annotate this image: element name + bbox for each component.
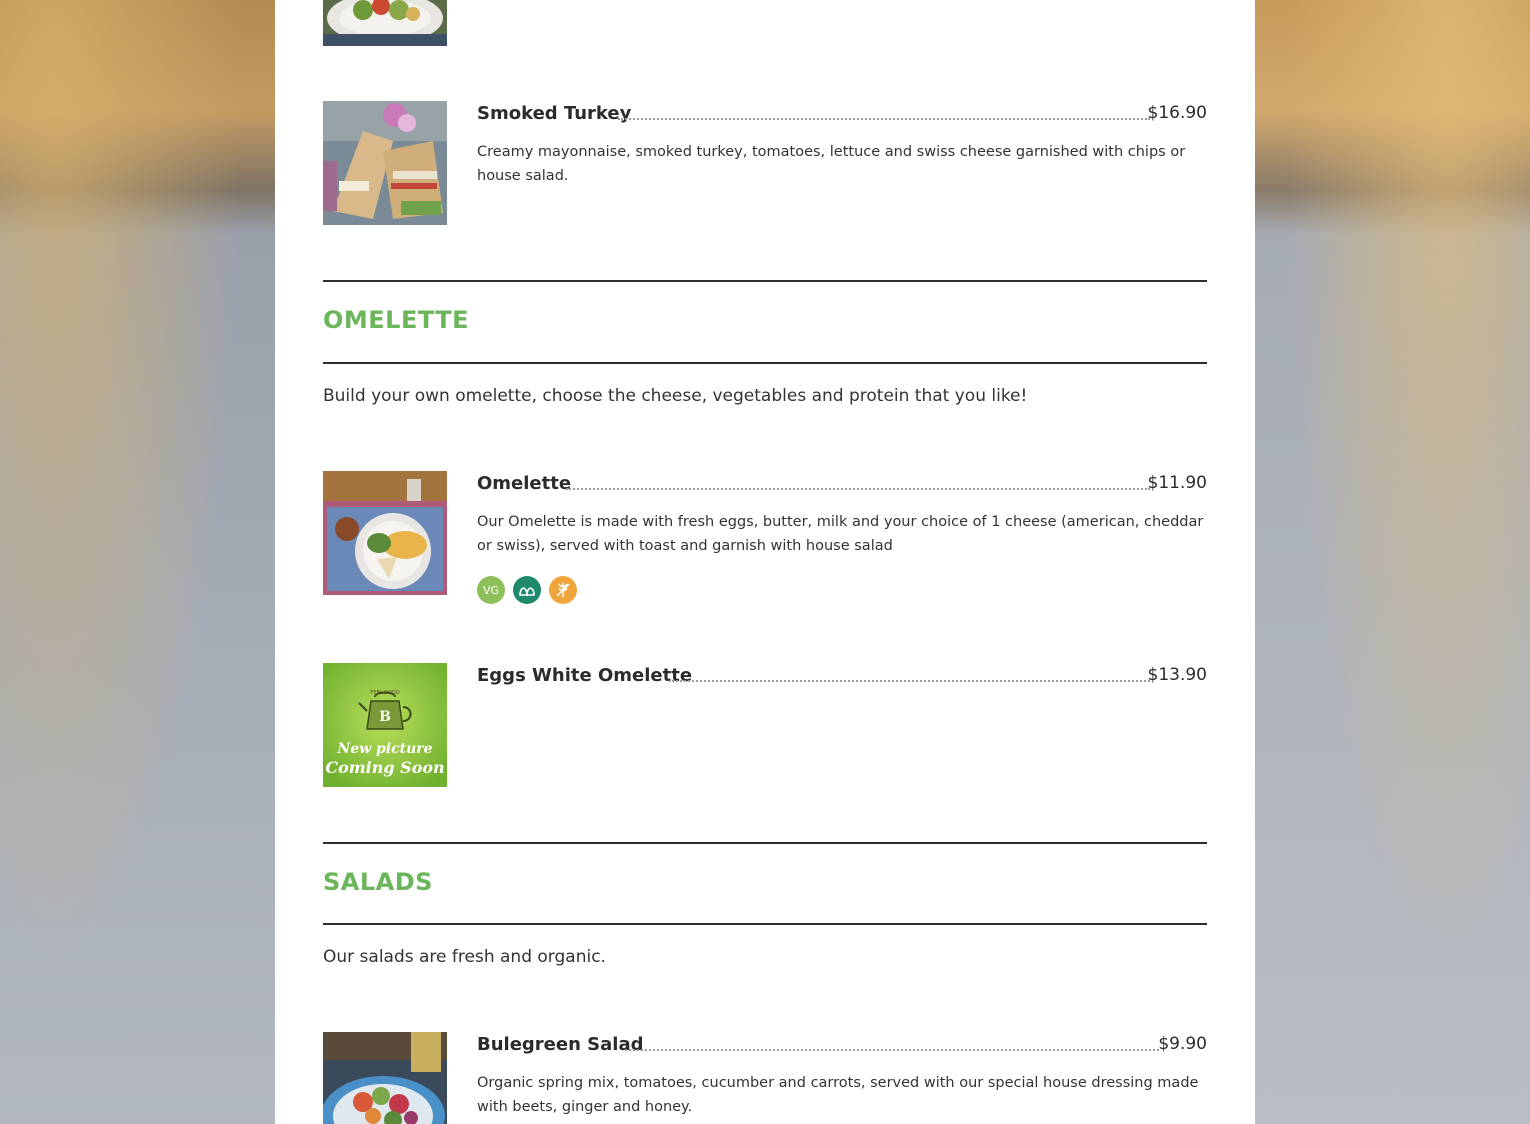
price-leader: [625, 1049, 1159, 1051]
gluten-free-icon: [549, 576, 577, 604]
bulegreen-salad-description: Organic spring mix, tomatoes, cucumber a…: [477, 1075, 1199, 1115]
eggs-white-omelette-image[interactable]: FEEL GOOD B New picture Coming Soon: [323, 663, 447, 787]
vegetarian-icon: VG: [477, 576, 505, 604]
background-left: [0, 0, 275, 1124]
omelette-description: Our Omelette is made with fresh eggs, bu…: [477, 514, 1204, 554]
omelette-image[interactable]: [323, 471, 447, 595]
salads-section-description: Our salads are fresh and organic.: [323, 947, 606, 967]
bulegreen-salad-title: Bulegreen Salad: [477, 1034, 644, 1055]
section-divider-top: [323, 280, 1207, 282]
salads-section-title: SALADS: [323, 868, 433, 896]
section-divider-top: [323, 842, 1207, 844]
price-leader: [669, 680, 1150, 682]
omelette-title: Omelette: [477, 473, 572, 494]
omelette-price: $11.90: [1147, 473, 1207, 493]
smoked-turkey-price: $16.90: [1147, 103, 1207, 123]
previous-item-image: [323, 0, 447, 46]
section-divider-bottom: [323, 923, 1207, 925]
menu-panel: Smoked Turkey $16.90 Creamy mayonnaise, …: [275, 0, 1255, 1124]
smoked-turkey-description: Creamy mayonnaise, smoked turkey, tomato…: [477, 144, 1186, 184]
omelette-section-description: Build your own omelette, choose the chee…: [323, 386, 1028, 406]
price-leader: [566, 488, 1150, 490]
price-leader: [618, 118, 1150, 120]
eggs-white-omelette-price: $13.90: [1147, 665, 1207, 685]
coming-soon-brand-letter: B: [379, 709, 391, 725]
vegan-leaf-icon: [513, 576, 541, 604]
section-divider-bottom: [323, 362, 1207, 364]
coming-soon-line2: Coming Soon: [325, 758, 444, 777]
smoked-turkey-title: Smoked Turkey: [477, 103, 632, 124]
eggs-white-omelette-title: Eggs White Omelette: [477, 665, 693, 686]
omelette-section-title: OMELETTE: [323, 306, 470, 334]
background-right: [1255, 0, 1530, 1124]
bulegreen-salad-price: $9.90: [1158, 1034, 1207, 1054]
bulegreen-salad-image[interactable]: [323, 1032, 447, 1124]
coming-soon-line1: New picture: [336, 741, 432, 757]
smoked-turkey-image[interactable]: [323, 101, 447, 225]
vegetarian-badge-label: VG: [482, 583, 500, 597]
